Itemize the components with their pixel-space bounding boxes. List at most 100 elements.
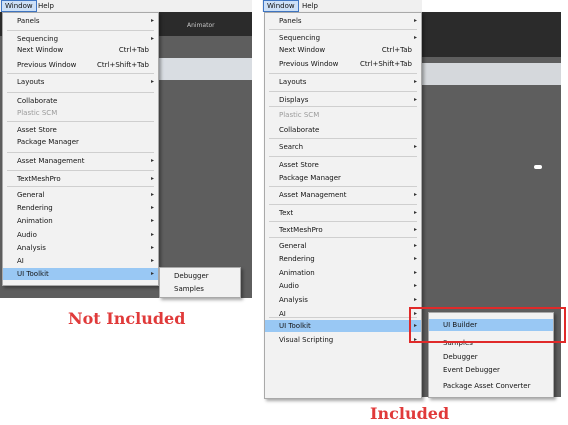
right-submenu-item-debugger[interactable]: Debugger <box>429 351 553 363</box>
chevron-right-icon: ▸ <box>150 217 154 224</box>
right-submenu-item-event-debugger[interactable]: Event Debugger <box>429 364 553 376</box>
menu-item-label: Displays <box>279 96 309 104</box>
menu-separator <box>269 221 417 222</box>
chevron-right-icon: ▸ <box>150 257 154 264</box>
chevron-right-icon: ▸ <box>413 255 417 262</box>
menu-item-label: Next Window <box>17 46 64 54</box>
right-menu-help[interactable]: Help <box>299 0 321 12</box>
chevron-right-icon: ▸ <box>150 191 154 198</box>
left-menu-help[interactable]: Help <box>35 0 57 12</box>
left-menu-item-collaborate[interactable]: Collaborate <box>3 95 158 107</box>
left-menu-item-ui-toolkit[interactable]: UI Toolkit ▸ <box>3 268 158 280</box>
left-menu-item-animation[interactable]: Animation ▸ <box>3 215 158 227</box>
left-window-menu: Panels ▸ Sequencing ▸ Next Window Ctrl+Tab Pre… <box>2 12 159 286</box>
menu-separator <box>7 170 154 171</box>
menu-item-label: Plastic SCM <box>279 111 320 119</box>
right-menu-item-ai[interactable]: AI ▸ <box>265 308 421 320</box>
right-menu-item-analysis[interactable]: Analysis ▸ <box>265 294 421 306</box>
menu-item-label: Next Window <box>279 46 326 54</box>
left-submenu-item-samples[interactable]: Samples <box>160 283 240 295</box>
chevron-right-icon: ▸ <box>413 269 417 276</box>
menu-separator <box>7 152 154 153</box>
menu-separator <box>269 317 417 318</box>
menu-item-label: Package Manager <box>17 138 79 146</box>
menu-item-label: Sequencing <box>17 35 59 43</box>
chevron-right-icon: ▸ <box>150 270 154 277</box>
menu-item-label: Collaborate <box>279 126 320 134</box>
left-menu-item-plastic-scm: Plastic SCM <box>3 107 158 119</box>
left-menu-item-layouts[interactable]: Layouts ▸ <box>3 76 158 88</box>
right-menu-item-next-window[interactable]: Next Window Ctrl+Tab <box>265 44 421 56</box>
menu-item-label: Asset Management <box>279 191 347 199</box>
menu-item-label: Rendering <box>279 255 315 263</box>
menu-item-label: Rendering <box>17 204 53 212</box>
right-editor-header-strip <box>421 63 561 85</box>
right-menu-item-animation[interactable]: Animation ▸ <box>265 267 421 279</box>
right-caption: Included <box>370 404 450 423</box>
left-menu-item-analysis[interactable]: Analysis ▸ <box>3 242 158 254</box>
right-menu-item-previous-window[interactable]: Previous Window Ctrl+Shift+Tab <box>265 58 421 70</box>
right-menu-item-general[interactable]: General ▸ <box>265 240 421 252</box>
right-menubar: Window Help <box>262 0 422 12</box>
left-menu-item-previous-window[interactable]: Previous Window Ctrl+Shift+Tab <box>3 59 158 71</box>
menu-item-label: Plastic SCM <box>17 109 58 117</box>
right-menu-item-ui-toolkit[interactable]: UI Toolkit ▸ <box>265 320 421 332</box>
right-menu-item-visual-scripting[interactable]: Visual Scripting ▸ <box>265 334 421 346</box>
right-menu-item-package-manager[interactable]: Package Manager <box>265 172 421 184</box>
right-menu-item-displays[interactable]: Displays ▸ <box>265 94 421 106</box>
chevron-right-icon: ▸ <box>413 17 417 24</box>
left-editor-header-strip <box>158 58 252 80</box>
menu-item-label: Visual Scripting <box>279 336 334 344</box>
left-animator-tab[interactable]: Animator <box>187 21 215 31</box>
menu-item-shortcut: Ctrl+Shift+Tab <box>360 60 412 68</box>
right-menu-item-search[interactable]: Search ▸ <box>265 141 421 153</box>
right-menu-item-plastic-scm: Plastic SCM <box>265 109 421 121</box>
right-submenu-item-package-asset-converter[interactable]: Package Asset Converter <box>429 380 553 392</box>
menu-separator <box>269 237 417 238</box>
right-menu-item-rendering[interactable]: Rendering ▸ <box>265 253 421 265</box>
right-menu-window[interactable]: Window <box>263 0 299 12</box>
left-menu-item-panels[interactable]: Panels ▸ <box>3 15 158 27</box>
left-menubar: Window Help <box>0 0 252 12</box>
menu-item-label: Package Manager <box>279 174 341 182</box>
right-menu-item-textmeshpro[interactable]: TextMeshPro ▸ <box>265 224 421 236</box>
left-menu-item-asset-store[interactable]: Asset Store <box>3 124 158 136</box>
menu-item-shortcut: Ctrl+Tab <box>118 46 149 54</box>
right-menu-item-layouts[interactable]: Layouts ▸ <box>265 76 421 88</box>
menu-separator <box>7 92 154 93</box>
left-menu-item-package-manager[interactable]: Package Manager <box>3 136 158 148</box>
chevron-right-icon: ▸ <box>413 96 417 103</box>
left-menu-window[interactable]: Window <box>1 0 37 12</box>
left-menu-item-general[interactable]: General ▸ <box>3 189 158 201</box>
menu-separator <box>7 186 154 187</box>
right-menu-item-sequencing[interactable]: Sequencing ▸ <box>265 32 421 44</box>
chevron-right-icon: ▸ <box>413 143 417 150</box>
chevron-right-icon: ▸ <box>413 282 417 289</box>
menu-separator <box>269 138 417 139</box>
menu-item-label: Animation <box>279 269 315 277</box>
right-menu-item-collaborate[interactable]: Collaborate <box>265 124 421 136</box>
left-menu-item-textmeshpro[interactable]: TextMeshPro ▸ <box>3 173 158 185</box>
chevron-right-icon: ▸ <box>150 244 154 251</box>
menu-separator <box>269 156 417 157</box>
right-menu-item-asset-store[interactable]: Asset Store <box>265 159 421 171</box>
menu-item-label: Previous Window <box>279 60 339 68</box>
left-menu-item-audio[interactable]: Audio ▸ <box>3 229 158 241</box>
left-menu-item-next-window[interactable]: Next Window Ctrl+Tab <box>3 44 158 56</box>
menu-separator <box>7 121 154 122</box>
right-menu-item-audio[interactable]: Audio ▸ <box>265 280 421 292</box>
left-menu-item-ai[interactable]: AI ▸ <box>3 255 158 267</box>
right-scene-light-glyph <box>534 165 542 169</box>
chevron-right-icon: ▸ <box>150 204 154 211</box>
left-menu-item-asset-management[interactable]: Asset Management ▸ <box>3 155 158 167</box>
right-menu-item-text[interactable]: Text ▸ <box>265 207 421 219</box>
left-menu-item-rendering[interactable]: Rendering ▸ <box>3 202 158 214</box>
right-menu-item-asset-management[interactable]: Asset Management ▸ <box>265 189 421 201</box>
chevron-right-icon: ▸ <box>150 157 154 164</box>
right-window-menu: Panels ▸ Sequencing ▸ Next Window Ctrl+Tab Pre… <box>264 12 422 399</box>
left-submenu-item-debugger[interactable]: Debugger <box>160 270 240 282</box>
right-menu-item-panels[interactable]: Panels ▸ <box>265 15 421 27</box>
menu-item-label: Audio <box>279 282 299 290</box>
left-ui-toolkit-submenu: Debugger Samples <box>159 267 241 298</box>
menu-item-label: Analysis <box>279 296 308 304</box>
